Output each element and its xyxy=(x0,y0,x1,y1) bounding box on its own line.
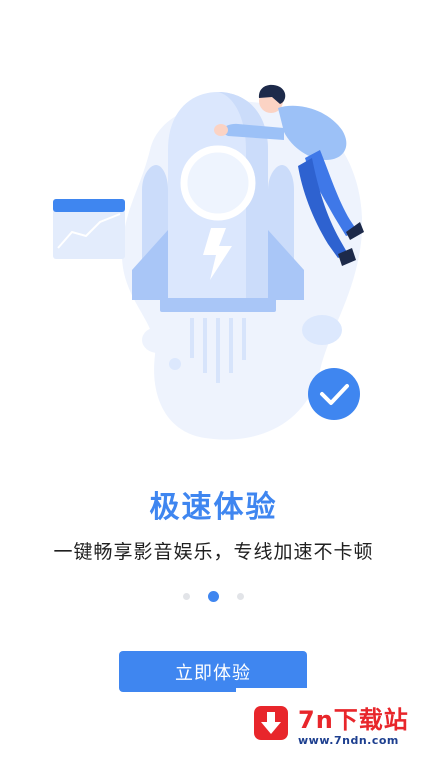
page-dot-active xyxy=(208,590,219,602)
start-experience-button[interactable]: 立即体验 xyxy=(119,651,307,692)
page-dot xyxy=(183,592,190,600)
page-subtitle: 一键畅享影音娱乐，专线加速不卡顿 xyxy=(53,541,374,563)
check-icon xyxy=(308,368,360,420)
page-dot xyxy=(237,592,244,600)
download-arrow-icon xyxy=(254,706,288,740)
rocket-illustration xyxy=(53,84,364,440)
onboarding-screen: 极速体验 一键畅享影音娱乐，专线加速不卡顿 立即体验 7n下载站 www.7nd… xyxy=(0,0,427,760)
page-indicator xyxy=(0,590,427,602)
rocket-window xyxy=(180,145,256,221)
chart-card-icon xyxy=(53,199,125,259)
page-title: 极速体验 xyxy=(149,490,278,525)
watermark-url: www.7ndn.com xyxy=(298,734,399,747)
left-blob xyxy=(142,327,174,353)
watermark-title: 7n下载站 xyxy=(298,706,409,734)
watermark: 7n下载站 www.7ndn.com xyxy=(236,688,427,760)
small-blob xyxy=(302,315,342,345)
dot-blob xyxy=(169,358,181,370)
